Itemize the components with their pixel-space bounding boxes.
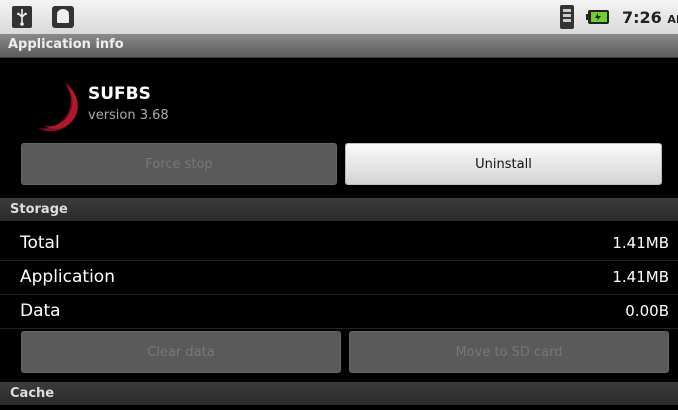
storage-row-data: Data 0.00B [0, 295, 678, 329]
storage-header-label: Storage [10, 202, 68, 217]
android-debug-icon [52, 6, 74, 28]
status-bar: 7:26 AM [0, 0, 678, 34]
app-version: version 3.68 [88, 108, 169, 123]
total-value: 1.41MB [612, 234, 669, 252]
uninstall-button[interactable]: Uninstall [345, 143, 662, 185]
application-label: Application [20, 267, 115, 287]
clear-data-button[interactable]: Clear data [21, 331, 341, 373]
data-label: Data [20, 301, 61, 321]
usb-icon [12, 6, 32, 28]
cache-header-label: Cache [10, 386, 55, 401]
storage-section-header: Storage [0, 198, 678, 221]
clock: 7:26 AM [622, 8, 678, 27]
storage-row-application: Application 1.41MB [0, 261, 678, 295]
clock-ampm: AM [667, 13, 678, 26]
signal-icon [560, 5, 574, 29]
force-stop-button[interactable]: Force stop [21, 143, 337, 185]
page-title: Application info [8, 37, 124, 52]
app-name: SUFBS [88, 84, 151, 104]
application-value: 1.41MB [612, 268, 669, 286]
battery-icon [586, 10, 609, 24]
cache-section-header: Cache [0, 382, 678, 405]
app-icon [38, 82, 78, 132]
title-bar: Application info [0, 34, 678, 58]
move-to-sd-card-button[interactable]: Move to SD card [349, 331, 669, 373]
data-value: 0.00B [625, 302, 669, 320]
total-label: Total [20, 233, 60, 253]
storage-row-total: Total 1.41MB [0, 227, 678, 261]
clock-time: 7:26 [622, 8, 662, 27]
